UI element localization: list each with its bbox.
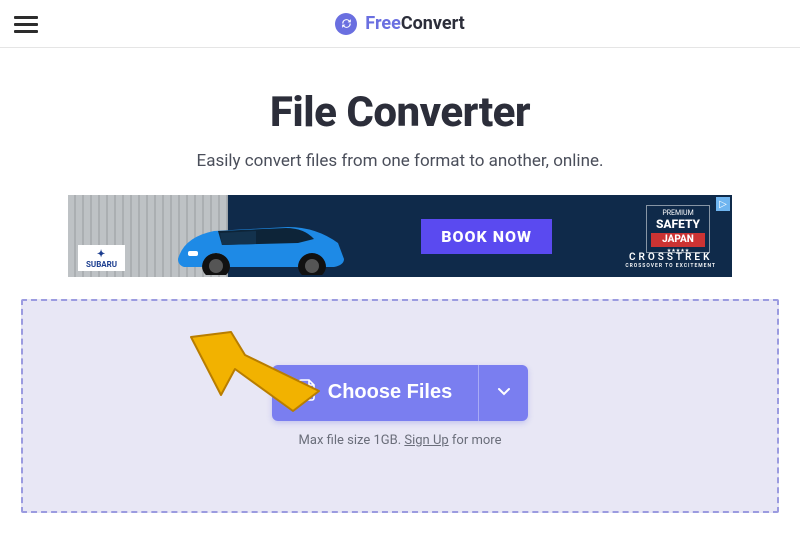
choose-files-button[interactable]: Choose Files xyxy=(272,365,478,421)
logo-text: FreeConvert xyxy=(365,13,464,34)
page-title: File Converter xyxy=(20,88,780,137)
ad-model-name: CROSSTREK CROSSOVER TO EXCITEMENT xyxy=(625,252,716,269)
file-add-icon xyxy=(298,379,316,407)
ad-safety-badge: PREMIUM SAFETY JAPAN ★★★★★ xyxy=(646,205,710,253)
file-size-hint: Max file size 1GB. Sign Up for more xyxy=(299,433,502,448)
hamburger-menu-button[interactable] xyxy=(14,12,38,37)
main-content: File Converter Easily convert files from… xyxy=(0,48,800,513)
chevron-down-icon xyxy=(497,384,511,401)
choose-files-group: Choose Files xyxy=(272,365,528,421)
file-dropzone[interactable]: Choose Files Max file size 1GB. Sign Up … xyxy=(21,299,779,513)
page-subtitle: Easily convert files from one format to … xyxy=(20,151,780,171)
sign-up-link[interactable]: Sign Up xyxy=(404,433,448,448)
adchoices-icon[interactable]: ▷ xyxy=(716,197,730,211)
header: FreeConvert xyxy=(0,0,800,48)
logo[interactable]: FreeConvert xyxy=(335,13,464,35)
choose-files-dropdown-button[interactable] xyxy=(478,365,528,421)
choose-files-label: Choose Files xyxy=(328,381,452,404)
ad-car-image xyxy=(158,213,358,275)
refresh-icon xyxy=(335,13,357,35)
ad-brand-logo: ✦ SUBARU xyxy=(78,245,125,271)
advertisement-banner[interactable]: ✦ SUBARU BOOK NOW PREMIUM SAFETY JAPAN ★… xyxy=(68,195,732,277)
ad-cta-button[interactable]: BOOK NOW xyxy=(421,219,552,254)
